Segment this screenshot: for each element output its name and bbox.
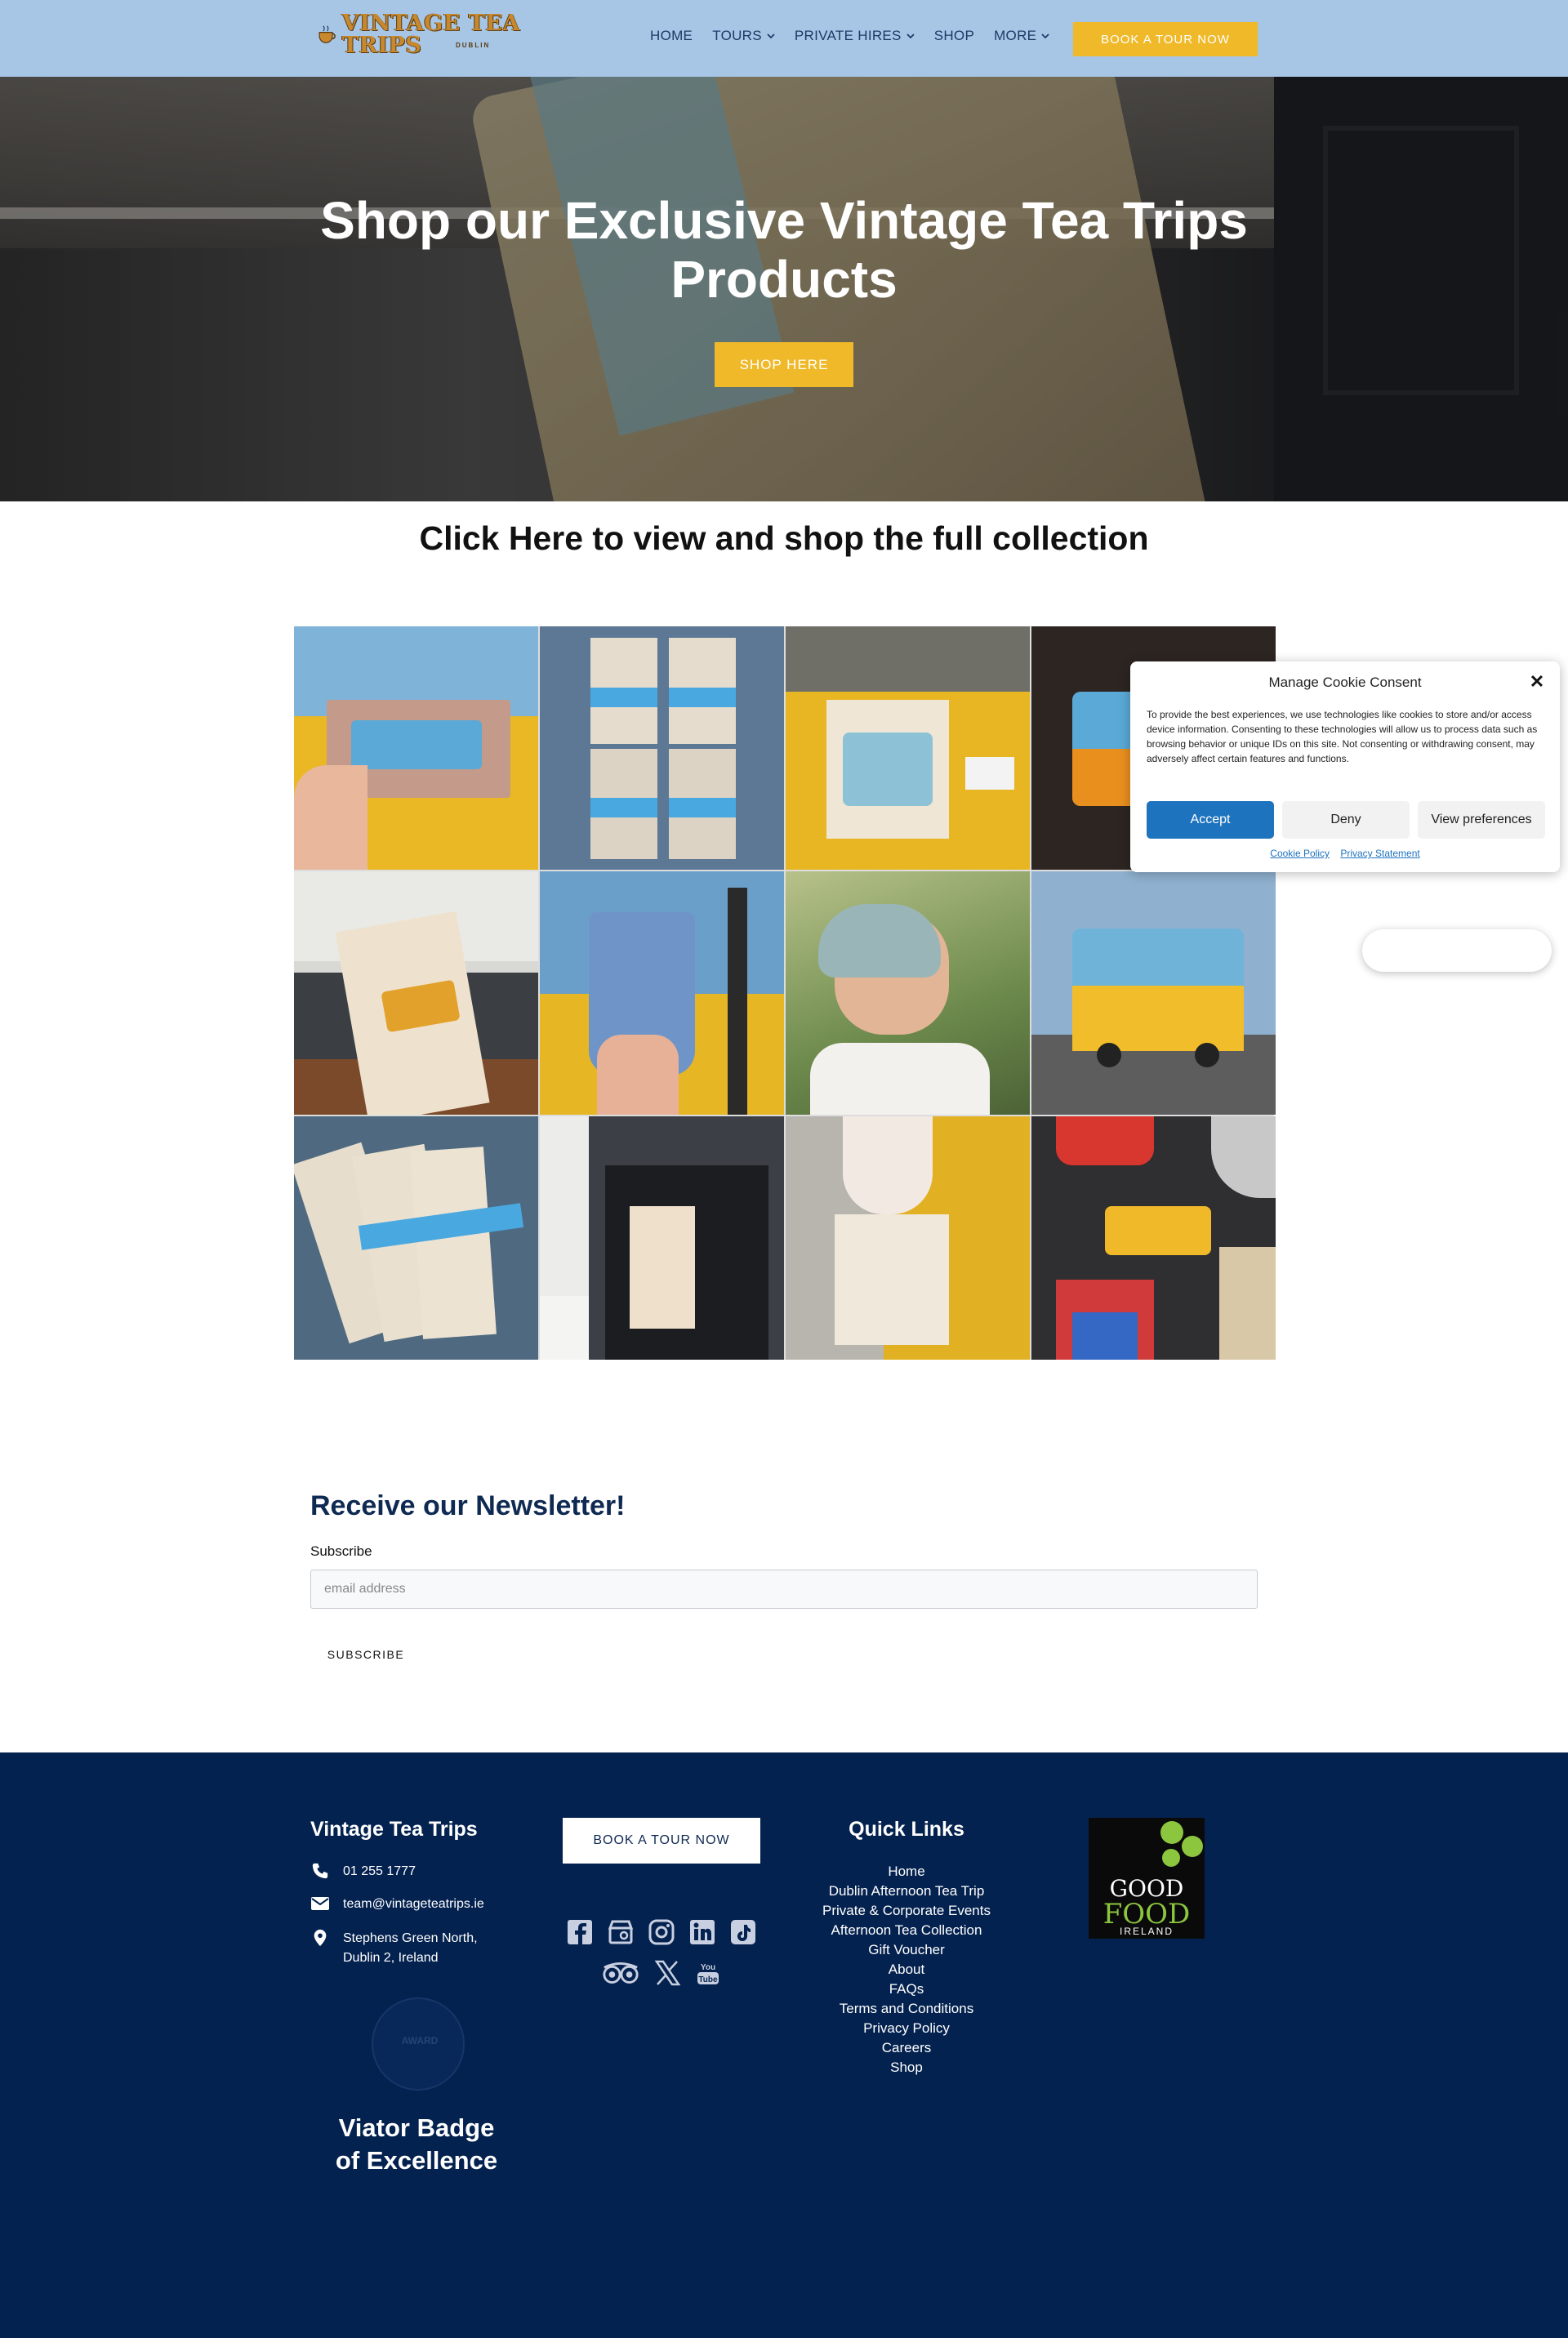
cookie-preferences-button[interactable]: View preferences xyxy=(1418,801,1545,839)
cookie-accept-button[interactable]: Accept xyxy=(1147,801,1274,839)
quick-links-list: Home Dublin Afternoon Tea Trip Private &… xyxy=(784,1862,1029,2077)
svg-text:You: You xyxy=(701,1963,715,1972)
quick-link-privacy[interactable]: Privacy Policy xyxy=(784,2019,1029,2038)
chevron-down-icon xyxy=(767,33,775,39)
facebook-icon[interactable] xyxy=(565,1917,595,1947)
quick-link-careers[interactable]: Careers xyxy=(784,2038,1029,2058)
footer-email[interactable]: team@vintageteatrips.ie xyxy=(310,1895,484,1914)
gallery-image-kitchen-towel[interactable] xyxy=(294,871,538,1115)
cookie-deny-button[interactable]: Deny xyxy=(1282,801,1410,839)
envelope-icon xyxy=(311,1897,329,1910)
quick-link-tea-collection[interactable]: Afternoon Tea Collection xyxy=(784,1921,1029,1940)
main-nav: HOME TOURS PRIVATE HIRES SHOP MORE xyxy=(650,28,1069,44)
hero-banner: Shop our Exclusive Vintage Tea Trips Pro… xyxy=(0,77,1568,501)
quick-link-home[interactable]: Home xyxy=(784,1862,1029,1882)
quick-link-faqs[interactable]: FAQs xyxy=(784,1980,1029,1999)
google-business-icon[interactable] xyxy=(606,1917,635,1947)
cookie-policy-link[interactable]: Cookie Policy xyxy=(1270,848,1330,859)
quick-link-terms[interactable]: Terms and Conditions xyxy=(784,1999,1029,2019)
good-food-ireland-logo[interactable]: GOOD FOOD IRELAND xyxy=(1089,1818,1205,1939)
cookie-buttons: Accept Deny View preferences xyxy=(1147,801,1545,839)
quick-link-gift-voucher[interactable]: Gift Voucher xyxy=(784,1940,1029,1960)
site-header: VINTAGE TEA TRIPS DUBLIN HOME TOURS PRIV… xyxy=(0,0,1568,77)
nav-label: TOURS xyxy=(712,28,762,43)
nav-label: SHOP xyxy=(933,28,975,43)
nav-item-shop[interactable]: SHOP xyxy=(934,28,974,44)
nav-item-more[interactable]: MORE xyxy=(994,28,1049,44)
gallery-image-bus-card[interactable] xyxy=(294,626,538,870)
footer-phone[interactable]: 01 255 1777 xyxy=(310,1862,416,1882)
nav-label: PRIVATE HIRES xyxy=(794,28,902,43)
quick-link-shop[interactable]: Shop xyxy=(784,2058,1029,2077)
nav-label: HOME xyxy=(650,28,693,43)
book-tour-button[interactable]: BOOK A TOUR NOW xyxy=(1073,22,1258,56)
newsletter-title: Receive our Newsletter! xyxy=(310,1490,626,1521)
nav-item-private-hires[interactable]: PRIVATE HIRES xyxy=(795,28,915,44)
teacup-logo-icon xyxy=(318,25,336,43)
gallery-image-tote-bag-bus[interactable] xyxy=(786,626,1030,870)
gallery-image-tote-shoulder[interactable] xyxy=(786,1116,1030,1360)
collection-link-heading[interactable]: Click Here to view and shop the full col… xyxy=(0,519,1568,558)
footer-address-line1: Stephens Green North, xyxy=(343,1931,478,1945)
nav-item-home[interactable]: HOME xyxy=(650,28,693,44)
map-pin-icon xyxy=(314,1929,327,1947)
shop-here-button[interactable]: SHOP HERE xyxy=(715,342,853,387)
cookie-title: Manage Cookie Consent xyxy=(1268,675,1422,690)
logo-subtext: DUBLIN xyxy=(456,42,491,49)
viator-line1: Viator Badge xyxy=(338,2113,495,2142)
gallery-image-bus-model[interactable] xyxy=(1031,871,1276,1115)
tiktok-icon[interactable] xyxy=(728,1917,758,1947)
privacy-statement-link[interactable]: Privacy Statement xyxy=(1340,848,1419,859)
social-links: You Tube xyxy=(564,1917,760,1999)
svg-text:Tube: Tube xyxy=(698,1975,718,1984)
footer-brand-title: Vintage Tea Trips xyxy=(310,1818,478,1841)
gallery-image-tea-towels-flatlay[interactable] xyxy=(540,626,784,870)
youtube-icon[interactable]: You Tube xyxy=(693,1958,723,1988)
quick-link-about[interactable]: About xyxy=(784,1960,1029,1980)
floating-widget-button[interactable] xyxy=(1362,929,1552,972)
cookie-consent-dialog: Manage Cookie Consent ✕ To provide the b… xyxy=(1130,661,1560,872)
product-gallery xyxy=(294,626,1276,1360)
chevron-down-icon xyxy=(1041,33,1049,39)
logo-text: VINTAGE TEA TRIPS xyxy=(341,11,520,58)
chevron-down-icon xyxy=(906,33,915,39)
gallery-image-magnet-collection[interactable] xyxy=(1031,1116,1276,1360)
cookie-description: To provide the best experiences, we use … xyxy=(1147,709,1538,764)
subscribe-button[interactable]: SUBSCRIBE xyxy=(310,1638,421,1671)
x-twitter-icon[interactable] xyxy=(653,1958,682,1988)
email-input[interactable]: email address xyxy=(310,1570,1258,1609)
linkedin-icon[interactable] xyxy=(688,1917,717,1947)
quick-link-private-events[interactable]: Private & Corporate Events xyxy=(784,1901,1029,1921)
gallery-image-reusable-cup[interactable] xyxy=(540,871,784,1115)
site-footer: Vintage Tea Trips 01 255 1777 team@vinta… xyxy=(0,1752,1568,2338)
instagram-icon[interactable] xyxy=(647,1917,676,1947)
gallery-image-oven-towel[interactable] xyxy=(540,1116,784,1360)
footer-email-text: team@vintageteatrips.ie xyxy=(343,1897,484,1911)
footer-address-line2: Dublin 2, Ireland xyxy=(343,1951,439,1965)
hero-title: Shop our Exclusive Vintage Tea Trips Pro… xyxy=(320,191,1248,309)
cookie-links: Cookie Policy Privacy Statement xyxy=(1130,848,1560,859)
quick-link-afternoon-tea-trip[interactable]: Dublin Afternoon Tea Trip xyxy=(784,1882,1029,1901)
gallery-image-headscarf-model[interactable] xyxy=(786,871,1030,1115)
phone-icon xyxy=(312,1863,328,1879)
tripadvisor-icon[interactable] xyxy=(600,1958,641,1988)
quick-links-title: Quick Links xyxy=(849,1818,964,1841)
gallery-image-folded-towels[interactable] xyxy=(294,1116,538,1360)
good-food-line3: IRELAND xyxy=(1119,1926,1174,1937)
viator-line2: of Excellence xyxy=(335,2146,498,2175)
viator-badge-caption: Viator Badge of Excellence xyxy=(310,2112,523,2177)
nav-item-tours[interactable]: TOURS xyxy=(712,28,775,44)
award-badge-image: AWARD xyxy=(372,1997,465,2091)
newsletter-label: Subscribe xyxy=(310,1543,372,1559)
site-logo[interactable]: VINTAGE TEA TRIPS DUBLIN xyxy=(317,12,552,56)
footer-book-tour-button[interactable]: BOOK A TOUR NOW xyxy=(563,1818,760,1864)
award-badge-seal: AWARD xyxy=(401,2035,439,2046)
close-icon[interactable]: ✕ xyxy=(1526,671,1548,692)
footer-address: Stephens Green North, Dublin 2, Ireland xyxy=(310,1929,478,1968)
email-input-placeholder: email address xyxy=(324,1582,406,1596)
footer-phone-text: 01 255 1777 xyxy=(343,1864,416,1878)
nav-label: MORE xyxy=(994,28,1037,43)
